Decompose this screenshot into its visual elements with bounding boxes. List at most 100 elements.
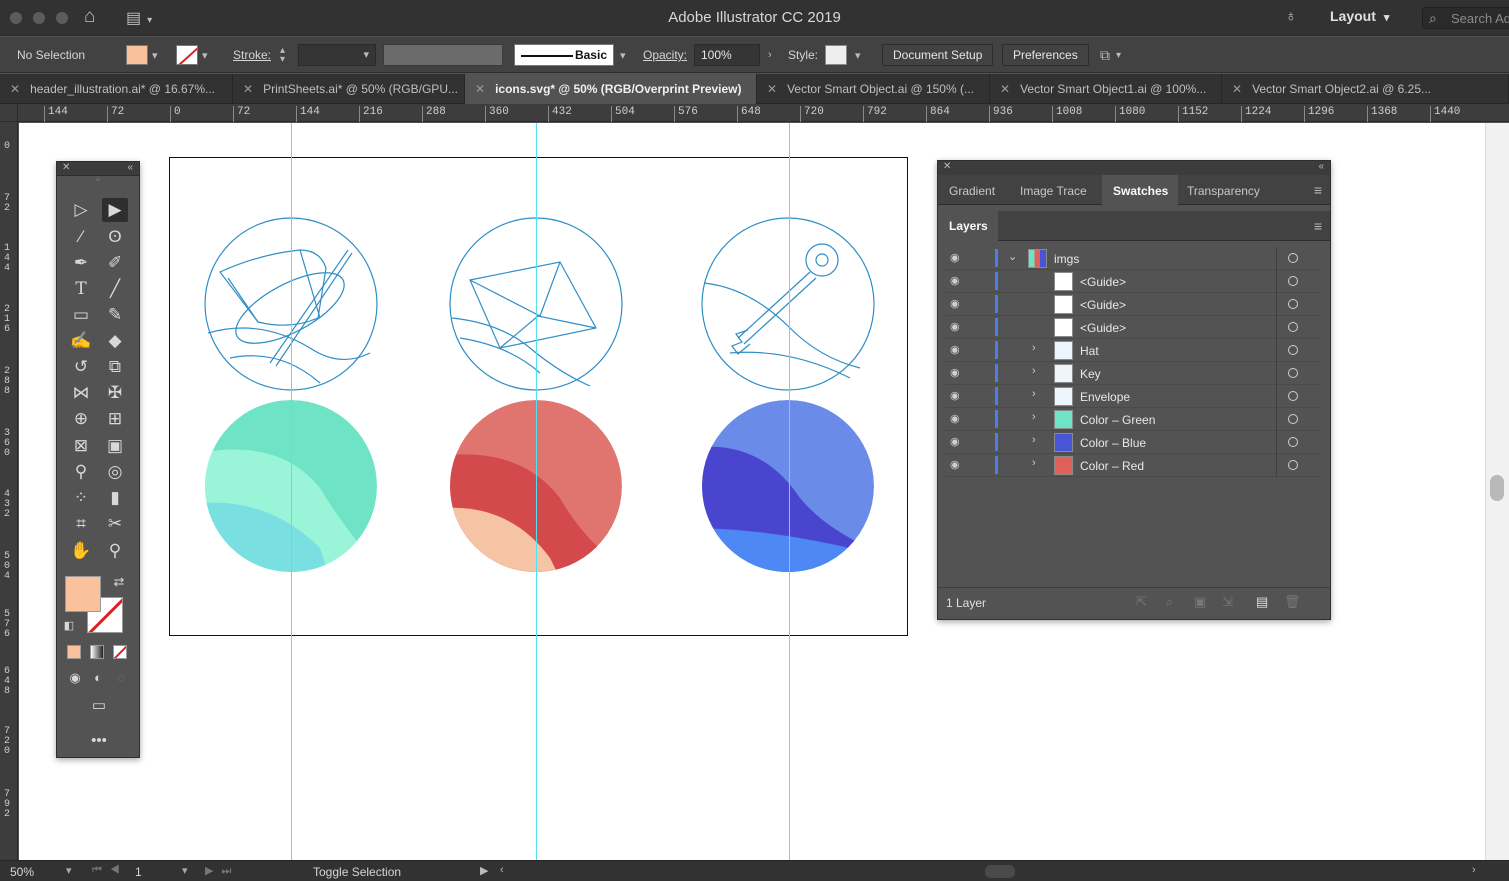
paintbrush-tool-icon[interactable]: ✎ — [102, 303, 128, 327]
layer-name[interactable]: Envelope — [1080, 390, 1130, 404]
vertical-guide[interactable] — [291, 123, 292, 860]
chevron-right-icon[interactable]: › — [1032, 365, 1036, 377]
puppet-warp-tool-icon[interactable]: ✠ — [102, 381, 128, 405]
visibility-eye-icon[interactable]: ◉ — [950, 251, 960, 264]
color-green-circle[interactable] — [200, 400, 390, 578]
layer-name[interactable]: Color – Blue — [1080, 436, 1146, 450]
fill-swatch[interactable] — [65, 576, 101, 612]
close-icon[interactable]: ✕ — [767, 82, 777, 96]
pen-tool-icon[interactable]: ✒ — [68, 251, 94, 275]
tab-transparency[interactable]: Transparency — [1176, 175, 1270, 205]
layer-row[interactable]: ◉ › Color – Red — [946, 454, 1322, 477]
tab-layers[interactable]: Layers — [938, 211, 998, 241]
preferences-button[interactable]: Preferences — [1002, 44, 1089, 66]
column-graph-tool-icon[interactable]: ▮ — [102, 486, 128, 510]
visibility-eye-icon[interactable]: ◉ — [950, 458, 960, 471]
workspace-switcher[interactable]: Layout ▾ — [1330, 8, 1389, 24]
layer-name[interactable]: Color – Red — [1080, 459, 1144, 473]
selection-tool-icon[interactable]: ▷ — [68, 198, 94, 222]
lasso-tool-icon[interactable]: ʘ — [102, 225, 128, 249]
scroll-left-icon[interactable]: ‹ — [500, 864, 504, 876]
slice-tool-icon[interactable]: ✂ — [102, 512, 128, 536]
collapse-icon[interactable]: « — [1318, 161, 1324, 172]
color-blue-circle[interactable] — [690, 400, 874, 578]
panel-menu-icon[interactable]: ≡ — [1314, 182, 1322, 198]
scroll-thumb[interactable] — [1490, 475, 1504, 501]
tab-vector-smart-object[interactable]: ✕ Vector Smart Object.ai @ 150% (... — [757, 74, 990, 104]
vertical-guide[interactable] — [536, 123, 537, 860]
tab-header-illustration[interactable]: ✕ header_illustration.ai* @ 16.67%... — [0, 74, 233, 104]
gradient-tool-icon[interactable]: ▣ — [102, 434, 128, 458]
arrange-icon[interactable]: ⧉ ▾ — [1100, 37, 1121, 73]
artboard-number[interactable]: 1 — [135, 865, 142, 879]
chevron-right-icon[interactable]: › — [1032, 434, 1036, 446]
stroke-color-swatch[interactable]: ▾ — [176, 37, 208, 73]
layer-name[interactable]: <Guide> — [1080, 298, 1126, 312]
close-icon[interactable]: ✕ — [243, 82, 253, 96]
symbol-sprayer-tool-icon[interactable]: ⁘ — [68, 486, 94, 510]
document-setup-button[interactable]: Document Setup — [882, 44, 994, 66]
color-mode-icon[interactable] — [67, 645, 81, 659]
color-red-circle[interactable] — [440, 400, 622, 578]
tab-printsheets[interactable]: ✕ PrintSheets.ai* @ 50% (RGB/GPU... — [233, 74, 465, 104]
visibility-eye-icon[interactable]: ◉ — [950, 366, 960, 379]
shape-builder-tool-icon[interactable]: ⊕ — [68, 407, 94, 431]
gradient-mode-icon[interactable] — [90, 645, 104, 659]
edit-toolbar-icon[interactable]: ••• — [86, 729, 112, 753]
layer-row[interactable]: ◉ › Hat — [946, 339, 1322, 362]
tab-gradient[interactable]: Gradient — [938, 175, 1005, 205]
chevron-right-icon[interactable]: › — [1032, 388, 1036, 400]
line-tool-icon[interactable]: ╱ — [102, 277, 128, 301]
layer-row[interactable]: ◉ › Color – Blue — [946, 431, 1322, 454]
none-mode-icon[interactable] — [113, 645, 127, 659]
horizontal-ruler[interactable]: 144 72 0 72 144 216 288 360 432 504 576 … — [18, 104, 1509, 122]
target-circle-icon[interactable] — [1288, 299, 1298, 309]
first-prev-artboard-icon[interactable]: ⏮◀ — [92, 864, 128, 877]
scroll-right-icon[interactable]: › — [1472, 864, 1476, 876]
layer-row[interactable]: ◉ <Guide> — [946, 293, 1322, 316]
swap-fill-stroke-icon[interactable]: ⇄ — [109, 570, 129, 594]
close-icon[interactable]: ✕ — [943, 161, 951, 172]
blend-tool-icon[interactable]: ◎ — [102, 460, 128, 484]
shaper-tool-icon[interactable]: ✍ — [68, 329, 94, 353]
rectangle-tool-icon[interactable]: ▭ — [68, 303, 94, 327]
visibility-eye-icon[interactable]: ◉ — [950, 412, 960, 425]
new-layer-icon[interactable]: ▤ — [1256, 594, 1268, 610]
draw-inside-icon[interactable]: ◌ — [108, 666, 134, 690]
tab-image-trace[interactable]: Image Trace — [1009, 175, 1097, 205]
layer-name[interactable]: imgs — [1054, 252, 1079, 266]
visibility-eye-icon[interactable]: ◉ — [950, 274, 960, 287]
stroke-label[interactable]: Stroke: — [233, 48, 271, 62]
status-mode[interactable]: Toggle Selection — [313, 865, 401, 879]
tab-vector-smart-object1[interactable]: ✕ Vector Smart Object1.ai @ 100%... — [990, 74, 1222, 104]
layer-name[interactable]: Color – Green — [1080, 413, 1155, 427]
target-circle-icon[interactable] — [1288, 276, 1298, 286]
scale-tool-icon[interactable]: ⧉ — [102, 355, 128, 379]
brush-definition[interactable]: Basic ▾ — [514, 37, 626, 73]
chevron-down-icon[interactable]: ⌄ — [1008, 250, 1017, 263]
target-circle-icon[interactable] — [1288, 391, 1298, 401]
mesh-tool-icon[interactable]: ⊠ — [68, 434, 94, 458]
variable-width-profile[interactable] — [383, 37, 503, 73]
close-icon[interactable]: ✕ — [10, 82, 20, 96]
target-circle-icon[interactable] — [1288, 437, 1298, 447]
visibility-eye-icon[interactable]: ◉ — [950, 297, 960, 310]
visibility-eye-icon[interactable]: ◉ — [950, 343, 960, 356]
close-icon[interactable]: ✕ — [62, 162, 70, 173]
hand-tool-icon[interactable]: ✋ — [68, 539, 94, 563]
layer-row[interactable]: ◉ › Key — [946, 362, 1322, 385]
collapse-icon[interactable]: « — [127, 162, 133, 173]
target-circle-icon[interactable] — [1288, 322, 1298, 332]
trash-icon[interactable]: 🗑 — [1284, 594, 1301, 610]
panel-menu-icon[interactable]: ≡ — [1314, 218, 1322, 234]
horizontal-scroll-thumb[interactable] — [985, 865, 1015, 878]
visibility-eye-icon[interactable]: ◉ — [950, 389, 960, 402]
vertical-scrollbar[interactable] — [1485, 123, 1509, 860]
layer-name[interactable]: <Guide> — [1080, 321, 1126, 335]
chevron-down-icon[interactable]: ▾ — [66, 864, 72, 877]
chevron-right-icon[interactable]: › — [1032, 411, 1036, 423]
chevron-right-icon[interactable]: › — [1032, 457, 1036, 469]
layer-row[interactable]: ◉ › Color – Green — [946, 408, 1322, 431]
locate-object-icon[interactable]: ⌕ — [1166, 594, 1173, 610]
layer-row[interactable]: ◉ ⌄ imgs — [946, 247, 1322, 270]
